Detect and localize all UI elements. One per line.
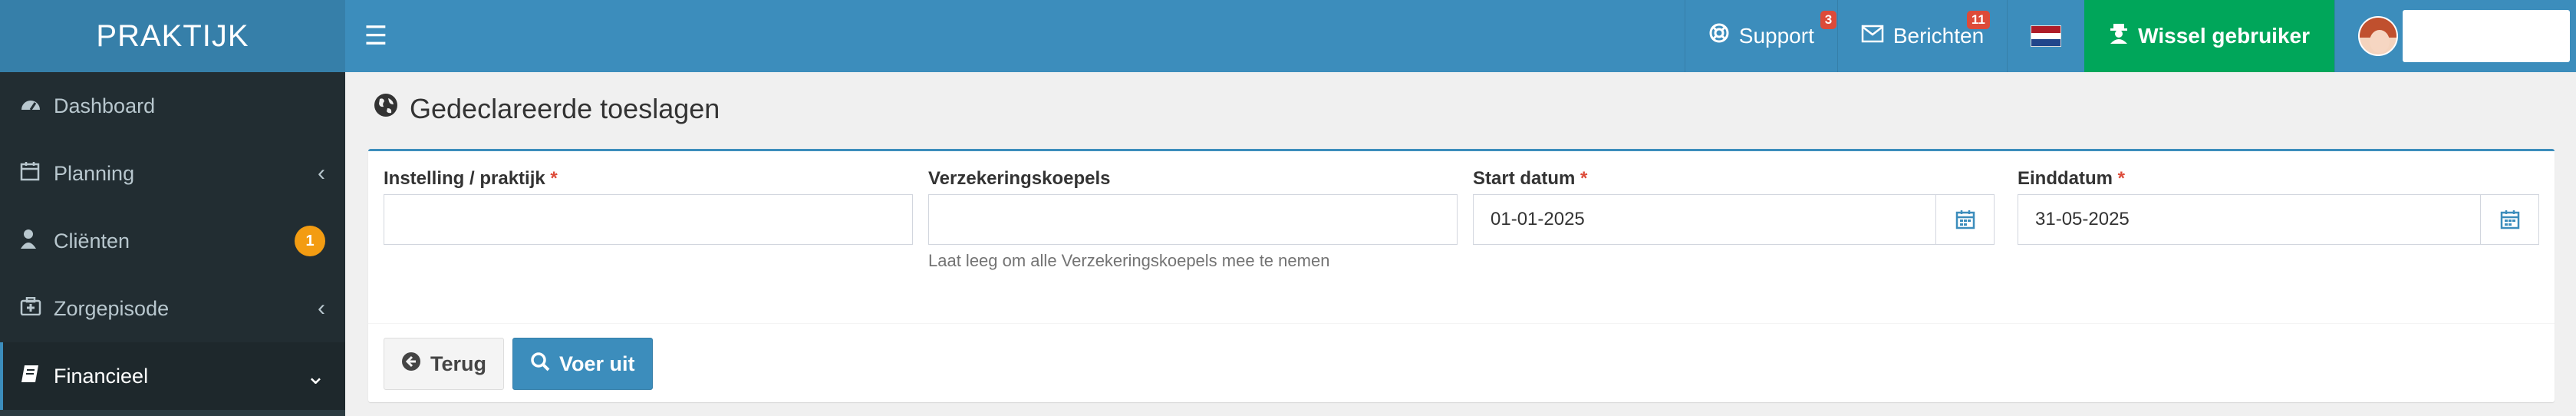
search-icon bbox=[530, 352, 550, 377]
start-date-input[interactable] bbox=[1473, 194, 1936, 245]
sidebar-item-label: Financieel bbox=[54, 364, 149, 388]
end-date-field-group: Einddatum * bbox=[2018, 168, 2539, 245]
clienten-badge: 1 bbox=[295, 226, 325, 256]
calendar-icon[interactable] bbox=[2481, 194, 2539, 245]
page-title-text: Gedeclareerde toeslagen bbox=[410, 92, 720, 124]
user-secret-icon bbox=[2109, 22, 2129, 50]
switch-user-label: Wissel gebruiker bbox=[2138, 24, 2310, 48]
start-date-label: Start datum * bbox=[1473, 168, 1588, 189]
support-label: Support bbox=[1738, 24, 1814, 48]
institution-label: Instelling / praktijk * bbox=[384, 168, 558, 189]
sidebar-item-zorgepisode[interactable]: Zorgepisode ‹ bbox=[0, 275, 345, 342]
lifebuoy-icon bbox=[1708, 22, 1730, 50]
insurers-label: Verzekeringskoepels bbox=[928, 168, 1111, 189]
arrow-circle-left-icon bbox=[401, 352, 421, 377]
end-date-input-group bbox=[2018, 194, 2539, 245]
institution-field-group: Instelling / praktijk * bbox=[384, 168, 913, 245]
medkit-icon bbox=[20, 296, 54, 321]
back-button-label: Terug bbox=[430, 352, 486, 375]
sidebar-item-clienten[interactable]: Cliënten 1 bbox=[0, 207, 345, 275]
end-date-input[interactable] bbox=[2018, 194, 2481, 245]
avatar bbox=[2358, 16, 2398, 56]
insurers-select[interactable] bbox=[928, 194, 1458, 245]
box-footer: Terug Voer uit bbox=[368, 323, 2555, 402]
chevron-left-icon: ‹ bbox=[318, 160, 325, 186]
insurers-help-text: Laat leeg om alle Verzekeringskoepels me… bbox=[928, 251, 1330, 270]
top-navbar: ☰ Support 3 Berichten 11 Wissel gebruike bbox=[345, 0, 2576, 72]
sidebar-item-label: Planning bbox=[54, 161, 135, 185]
globe-icon bbox=[373, 92, 399, 125]
sidebar: Dashboard Planning ‹ Cliënten 1 Zorgepis… bbox=[0, 72, 345, 416]
end-date-label: Einddatum * bbox=[2018, 168, 2126, 189]
run-button-label: Voer uit bbox=[559, 352, 635, 375]
run-button[interactable]: Voer uit bbox=[512, 338, 653, 390]
back-button[interactable]: Terug bbox=[384, 338, 504, 390]
sidebar-item-label: Cliënten bbox=[54, 229, 130, 253]
filter-box: Instelling / praktijk * Verzekeringskoep… bbox=[368, 149, 2555, 402]
calendar-icon[interactable] bbox=[1936, 194, 1995, 245]
start-date-field-group: Start datum * bbox=[1473, 168, 1995, 245]
book-icon bbox=[20, 364, 54, 389]
app-logo[interactable]: PRAKTIJK bbox=[0, 0, 345, 72]
messages-badge: 11 bbox=[1966, 11, 1990, 29]
institution-select[interactable] bbox=[384, 194, 913, 245]
support-badge: 3 bbox=[1820, 11, 1837, 29]
user-menu[interactable] bbox=[2334, 0, 2576, 72]
user-name-box bbox=[2403, 10, 2570, 62]
main-content: Gedeclareerde toeslagen Instelling / pra… bbox=[345, 72, 2576, 416]
messages-link[interactable]: Berichten 11 bbox=[1836, 0, 2007, 72]
navbar-right: Support 3 Berichten 11 Wissel gebruiker bbox=[1684, 0, 2576, 72]
envelope-icon bbox=[1861, 23, 1884, 49]
sidebar-item-label: Dashboard bbox=[54, 94, 156, 117]
dutch-flag-icon bbox=[2031, 25, 2062, 47]
dashboard-icon bbox=[20, 94, 54, 118]
start-date-input-group bbox=[1473, 194, 1995, 245]
chevron-left-icon: ‹ bbox=[318, 295, 325, 321]
page-title: Gedeclareerde toeslagen bbox=[373, 92, 720, 125]
chevron-down-icon: ⌄ bbox=[305, 363, 325, 389]
sidebar-item-financieel[interactable]: Financieel ⌄ bbox=[0, 342, 345, 410]
submenu-strip bbox=[0, 410, 345, 416]
switch-user-button[interactable]: Wissel gebruiker bbox=[2084, 0, 2334, 72]
sidebar-item-label: Zorgepisode bbox=[54, 296, 170, 320]
calendar-icon bbox=[20, 161, 54, 187]
support-link[interactable]: Support 3 bbox=[1684, 0, 1837, 72]
user-icon bbox=[20, 229, 54, 254]
hamburger-icon[interactable]: ☰ bbox=[345, 0, 407, 72]
insurers-field-group: Verzekeringskoepels Laat leeg om alle Ve… bbox=[928, 168, 1458, 271]
language-selector[interactable] bbox=[2007, 0, 2084, 72]
sidebar-item-planning[interactable]: Planning ‹ bbox=[0, 140, 345, 207]
sidebar-item-dashboard[interactable]: Dashboard bbox=[0, 72, 345, 140]
